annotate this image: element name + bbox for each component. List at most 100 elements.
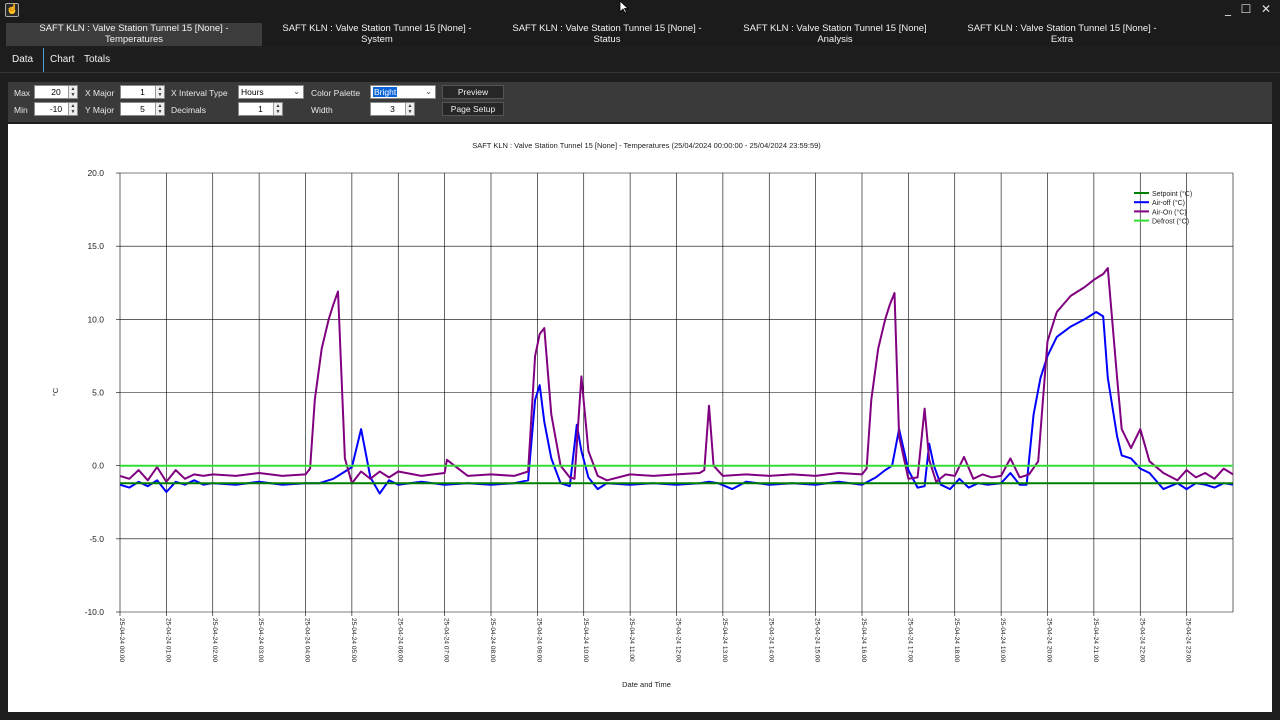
y-major-label: Y Major bbox=[85, 105, 115, 115]
x-tick-label: 25-04-24 21:00 bbox=[1092, 618, 1099, 662]
min-label: Min bbox=[14, 105, 28, 115]
y-major-value: 5 bbox=[140, 104, 145, 114]
decimals-label: Decimals bbox=[171, 105, 206, 115]
width-label: Width bbox=[311, 105, 333, 115]
x-tick-label: 25-04-24 10:00 bbox=[582, 618, 589, 662]
legend-entry: Defrost (°C) bbox=[1152, 218, 1189, 226]
x-tick-label: 25-04-24 19:00 bbox=[999, 618, 1006, 662]
width-stepper[interactable]: 3 ▲ ▼ bbox=[370, 102, 415, 116]
tab-analysis-subtitle: Analysis bbox=[817, 33, 853, 45]
tab-system-title: SAFT KLN : Valve Station Tunnel 15 [None… bbox=[282, 23, 472, 34]
mouse-cursor-icon bbox=[619, 0, 629, 14]
chart-title: SAFT KLN : Valve Station Tunnel 15 [None… bbox=[472, 141, 821, 150]
x-major-stepper[interactable]: 1 ▲ ▼ bbox=[120, 85, 165, 99]
y-tick-label: 10.0 bbox=[87, 314, 104, 324]
tab-status[interactable]: SAFT KLN : Valve Station Tunnel 15 [None… bbox=[492, 23, 722, 46]
active-tab-indicator bbox=[43, 48, 44, 72]
color-palette-select[interactable]: Bright ⌄ bbox=[370, 85, 436, 99]
temperature-chart: SAFT KLN : Valve Station Tunnel 15 [None… bbox=[51, 141, 1234, 689]
x-tick-label: 25-04-24 09:00 bbox=[535, 618, 542, 662]
spinner-arrows-icon[interactable]: ▲ ▼ bbox=[68, 103, 77, 115]
x-tick-label: 25-04-24 04:00 bbox=[304, 618, 311, 662]
y-tick-label: -10.0 bbox=[85, 607, 105, 617]
min-value: -10 bbox=[49, 104, 63, 114]
x-interval-type-select[interactable]: Hours ⌄ bbox=[238, 85, 304, 99]
window-bottom-edge bbox=[0, 712, 1280, 720]
color-palette-label: Color Palette bbox=[311, 88, 361, 98]
x-tick-label: 25-04-24 23:00 bbox=[1185, 618, 1192, 662]
x-tick-label: 25-04-24 06:00 bbox=[396, 618, 403, 662]
x-tick-label: 25-04-24 17:00 bbox=[906, 618, 913, 662]
x-tick-label: 25-04-24 14:00 bbox=[767, 618, 774, 662]
tab-temperatures-title: SAFT KLN : Valve Station Tunnel 15 [None… bbox=[39, 23, 229, 34]
view-tab-bar: Data Chart Totals bbox=[0, 46, 1280, 73]
y-tick-label: 5.0 bbox=[92, 388, 104, 398]
tab-temperatures-subtitle: Temperatures bbox=[104, 33, 164, 45]
x-tick-label: 25-04-24 18:00 bbox=[953, 618, 960, 662]
tab-temperatures[interactable]: SAFT KLN : Valve Station Tunnel 15 [None… bbox=[6, 23, 262, 46]
spinner-arrows-icon[interactable]: ▲ ▼ bbox=[405, 103, 414, 115]
x-tick-label: 25-04-24 01:00 bbox=[164, 618, 171, 662]
tab-system[interactable]: SAFT KLN : Valve Station Tunnel 15 [None… bbox=[262, 23, 492, 46]
max-stepper[interactable]: 20 ▲ ▼ bbox=[34, 85, 78, 99]
legend-entry: Air-off (°C) bbox=[1152, 199, 1185, 207]
x-axis-label: Date and Time bbox=[622, 680, 671, 689]
spinner-arrows-icon[interactable]: ▲ ▼ bbox=[273, 103, 282, 115]
x-tick-label: 25-04-24 11:00 bbox=[628, 618, 635, 662]
tab-extra-title: SAFT KLN : Valve Station Tunnel 15 [None… bbox=[967, 23, 1157, 34]
chevron-down-icon: ⌄ bbox=[425, 87, 432, 96]
legend-entry: Air-On (°C) bbox=[1152, 208, 1187, 216]
x-tick-label: 25-04-24 00:00 bbox=[118, 618, 125, 662]
legend-entry: Setpoint (°C) bbox=[1152, 190, 1192, 198]
min-stepper[interactable]: -10 ▲ ▼ bbox=[34, 102, 78, 116]
tab-analysis[interactable]: SAFT KLN : Valve Station Tunnel 15 [None… bbox=[722, 23, 948, 46]
x-tick-label: 25-04-24 08:00 bbox=[489, 618, 496, 662]
tab-analysis-title: SAFT KLN : Valve Station Tunnel 15 [None… bbox=[743, 23, 927, 34]
chart-settings-toolbar: Max 20 ▲ ▼ Min -10 ▲ ▼ X Major 1 ▲ ▼ Y Majo… bbox=[8, 82, 1272, 122]
maximize-button[interactable]: ☐ bbox=[1236, 1, 1256, 17]
x-tick-label: 25-04-24 05:00 bbox=[350, 618, 357, 662]
x-tick-label: 25-04-24 13:00 bbox=[721, 618, 728, 662]
x-major-value: 1 bbox=[140, 87, 145, 97]
x-tick-label: 25-04-24 20:00 bbox=[1046, 618, 1053, 662]
tab-system-subtitle: System bbox=[361, 33, 393, 45]
app-icon: ☝ bbox=[5, 3, 19, 17]
decimals-stepper[interactable]: 1 ▲ ▼ bbox=[238, 102, 283, 116]
x-tick-label: 25-04-24 07:00 bbox=[443, 618, 450, 662]
x-interval-type-label: X Interval Type bbox=[171, 88, 228, 98]
x-tick-label: 25-04-24 02:00 bbox=[211, 618, 218, 662]
spinner-arrows-icon[interactable]: ▲ ▼ bbox=[155, 86, 164, 98]
x-tick-label: 25-04-24 15:00 bbox=[814, 618, 821, 662]
x-major-label: X Major bbox=[85, 88, 115, 98]
tab-chart[interactable]: Chart bbox=[50, 54, 74, 65]
y-tick-label: 15.0 bbox=[87, 241, 104, 251]
x-interval-type-value: Hours bbox=[241, 87, 264, 97]
y-tick-label: 0.0 bbox=[92, 461, 104, 471]
x-tick-label: 25-04-24 16:00 bbox=[860, 618, 867, 662]
spinner-arrows-icon[interactable]: ▲ ▼ bbox=[155, 103, 164, 115]
minimize-button[interactable]: _ bbox=[1218, 1, 1238, 17]
title-bar: ☝ _ ☐ ✕ bbox=[0, 0, 1280, 20]
tab-data[interactable]: Data bbox=[12, 54, 33, 65]
y-tick-label: -5.0 bbox=[89, 534, 104, 544]
preview-button[interactable]: Preview bbox=[442, 85, 504, 99]
max-label: Max bbox=[14, 88, 31, 98]
page-setup-button[interactable]: Page Setup bbox=[442, 102, 504, 116]
width-value: 3 bbox=[390, 104, 395, 114]
y-axis-label: °C bbox=[51, 387, 60, 396]
document-tab-bar: SAFT KLN : Valve Station Tunnel 15 [None… bbox=[0, 20, 1280, 46]
chevron-down-icon: ⌄ bbox=[293, 87, 300, 96]
tab-extra[interactable]: SAFT KLN : Valve Station Tunnel 15 [None… bbox=[948, 23, 1176, 46]
x-tick-label: 25-04-24 12:00 bbox=[675, 618, 682, 662]
max-value: 20 bbox=[51, 87, 61, 97]
decimals-value: 1 bbox=[258, 104, 263, 114]
tab-totals[interactable]: Totals bbox=[84, 54, 110, 65]
x-tick-label: 25-04-24 03:00 bbox=[257, 618, 264, 662]
y-tick-label: 20.0 bbox=[87, 168, 104, 178]
close-button[interactable]: ✕ bbox=[1256, 1, 1276, 17]
color-palette-value: Bright bbox=[373, 87, 398, 97]
spinner-arrows-icon[interactable]: ▲ ▼ bbox=[68, 86, 77, 98]
x-tick-label: 25-04-24 22:00 bbox=[1138, 618, 1145, 662]
chart-panel: SAFT KLN : Valve Station Tunnel 15 [None… bbox=[8, 124, 1272, 712]
y-major-stepper[interactable]: 5 ▲ ▼ bbox=[120, 102, 165, 116]
